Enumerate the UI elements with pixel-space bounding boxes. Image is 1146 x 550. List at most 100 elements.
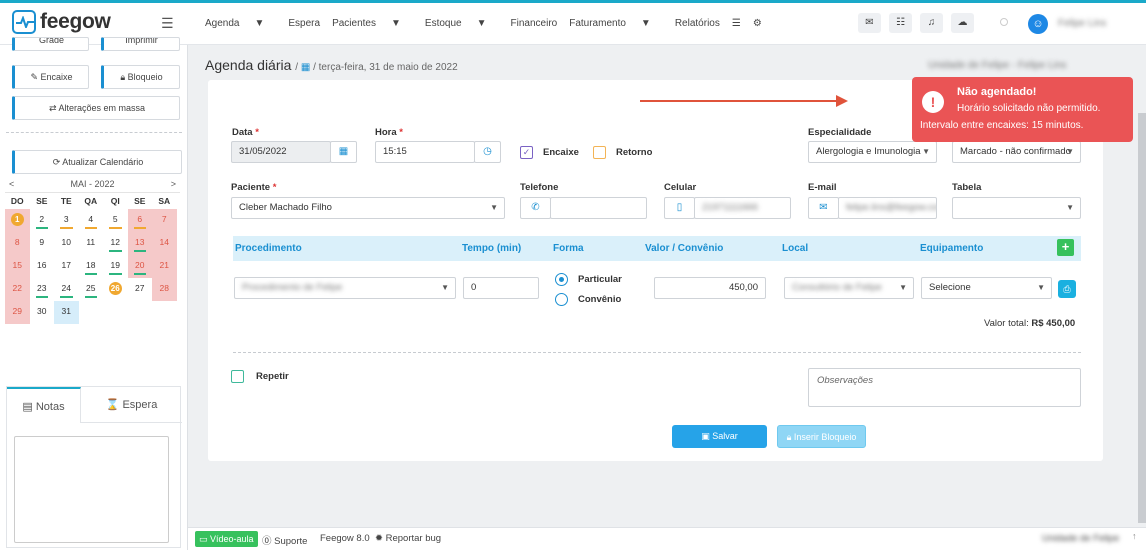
calendar-day-today[interactable]: 26 xyxy=(103,278,128,301)
add-procedure-button[interactable]: + xyxy=(1057,239,1074,256)
nav-faturamento[interactable]: Faturamento ▼ xyxy=(569,18,663,29)
patient-select[interactable]: Cleber Machado Filho ▼ xyxy=(231,197,505,219)
chevron-down-icon: ▼ xyxy=(441,283,449,292)
mobile-icon: ▯ xyxy=(664,197,695,219)
nav-espera[interactable]: Espera xyxy=(288,18,320,29)
checklist-icon[interactable]: ☷ xyxy=(889,13,912,33)
nav-pacientes[interactable]: Pacientes ▼ xyxy=(332,18,413,29)
nav-estoque[interactable]: Estoque ▼ xyxy=(425,18,499,29)
calendar-day[interactable]: 14 xyxy=(152,232,177,255)
retorno-checkbox[interactable] xyxy=(593,146,606,159)
annotation-arrow-head xyxy=(836,95,848,107)
calendar-day[interactable]: 20 xyxy=(127,255,152,278)
celular-input[interactable]: 21971111666 xyxy=(694,197,791,219)
insert-block-button[interactable]: 🔒︎ Inserir Bloqueio xyxy=(777,425,866,448)
calendar-day[interactable]: 2 xyxy=(30,209,55,232)
telefone-input[interactable] xyxy=(550,197,647,219)
calendar-picker-icon[interactable]: ▦ xyxy=(330,141,357,163)
procedure-select[interactable]: Procedimento de Felipe ▼ xyxy=(234,277,456,299)
calendar-day-selected[interactable]: 31 xyxy=(54,301,79,324)
video-lesson-button[interactable]: ▭ Vídeo-aula xyxy=(195,531,258,547)
celular-label: Celular xyxy=(664,182,697,193)
calendar-day[interactable]: 3 xyxy=(54,209,79,232)
refresh-calendar-button[interactable]: ⟳ Atualizar Calendário xyxy=(12,150,182,174)
footer: ▭ Vídeo-aula ⓪ Suporte Feegow 8.0 ✹ Repo… xyxy=(188,527,1146,550)
date-input[interactable]: 31/05/2022 xyxy=(231,141,331,163)
particular-radio[interactable] xyxy=(555,273,568,286)
avatar[interactable]: ☺ xyxy=(1028,14,1048,34)
observacoes-textarea[interactable]: Observações xyxy=(808,368,1081,407)
calendar-day[interactable]: 7 xyxy=(152,209,177,232)
grade-button[interactable]: Grade xyxy=(12,37,89,51)
encaixe-button[interactable]: ✎ Encaixe xyxy=(12,65,89,89)
calendar-day[interactable]: 21 xyxy=(152,255,177,278)
nav-relatorios[interactable]: Relatórios xyxy=(675,18,720,29)
inbox-icon[interactable]: ✉ xyxy=(858,13,881,33)
calendar-day[interactable]: 6 xyxy=(127,209,152,232)
error-toast[interactable]: ! Não agendado! Horário solicitado não p… xyxy=(912,77,1133,142)
chat-icon[interactable]: ☁ xyxy=(951,13,974,33)
encaixe-checkbox[interactable]: ✓ xyxy=(520,146,533,159)
calendar-day[interactable]: 28 xyxy=(152,278,177,301)
prev-month-icon[interactable]: < xyxy=(9,179,14,192)
gear-icon[interactable]: ⚙ xyxy=(753,18,762,29)
tab-espera[interactable]: ⌛ Espera xyxy=(81,387,182,423)
calendar-day[interactable]: 8 xyxy=(5,232,30,255)
equipamento-select[interactable]: Selecione ▼ xyxy=(921,277,1052,299)
local-select[interactable]: Consultório de Felipe ▼ xyxy=(784,277,914,299)
email-input[interactable]: felipe.lins@feegow.com xyxy=(838,197,937,219)
bell-icon[interactable]: ♫ xyxy=(920,13,943,33)
nav-agenda[interactable]: Agenda ▼ xyxy=(205,18,276,29)
calendar-day[interactable]: 12 xyxy=(103,232,128,255)
time-input[interactable]: 15:15 xyxy=(375,141,475,163)
calendar-day[interactable]: 17 xyxy=(54,255,79,278)
notes-textarea[interactable] xyxy=(14,436,169,543)
status-select[interactable]: Marcado - não confirmado ▼ xyxy=(952,141,1081,163)
calendar-day[interactable]: 13 xyxy=(127,232,152,255)
hora-label: Hora * xyxy=(375,127,403,138)
clock-icon[interactable]: ◷ xyxy=(474,141,501,163)
calendar-day[interactable]: 16 xyxy=(30,255,55,278)
calendar-day[interactable]: 9 xyxy=(30,232,55,255)
support-link[interactable]: ⓪ Suporte xyxy=(262,533,307,547)
print-button[interactable]: Imprimir xyxy=(101,37,180,51)
calendar-day[interactable]: 19 xyxy=(103,255,128,278)
toast-message: Intervalo entre encaixes: 15 minutos. xyxy=(920,120,1084,131)
tempo-input[interactable]: 0 xyxy=(463,277,539,299)
repetir-checkbox[interactable] xyxy=(231,370,244,383)
convenio-radio[interactable] xyxy=(555,293,568,306)
bug-icon: ✹ xyxy=(375,533,386,544)
scrollbar[interactable] xyxy=(1138,113,1146,523)
calendar-day[interactable]: 22 xyxy=(5,278,30,301)
scroll-top-icon[interactable]: ↑ xyxy=(1132,531,1137,541)
calendar-day[interactable]: 24 xyxy=(54,278,79,301)
valor-input[interactable]: 450,00 xyxy=(654,277,766,299)
mass-changes-button[interactable]: ⇄ Alterações em massa xyxy=(12,96,180,120)
especialidade-select[interactable]: Alergologia e Imunologia ▼ xyxy=(808,141,937,163)
calendar-day[interactable]: 1 xyxy=(5,209,30,232)
calendar-day[interactable]: 27 xyxy=(128,278,153,301)
calendar-day[interactable]: 11 xyxy=(79,232,104,255)
calendar-day[interactable]: 5 xyxy=(103,209,128,232)
save-button[interactable]: ▣ Salvar xyxy=(672,425,767,448)
print-icon[interactable]: ⎙ xyxy=(1058,280,1076,298)
bloqueio-button[interactable]: 🔒︎ Bloqueio xyxy=(101,65,180,89)
user-name[interactable]: Felipe Lins xyxy=(1058,18,1106,29)
hamburger-menu-icon[interactable]: ☰ xyxy=(161,15,174,32)
calendar-day[interactable]: 23 xyxy=(30,278,55,301)
calendar-day[interactable]: 10 xyxy=(54,232,79,255)
tabela-select[interactable]: ▼ xyxy=(952,197,1081,219)
logo[interactable]: feegow xyxy=(12,10,111,34)
calendar-day[interactable]: 15 xyxy=(5,255,30,278)
email-label: E-mail xyxy=(808,182,837,193)
calendar-day[interactable]: 29 xyxy=(5,301,30,324)
calendar-day[interactable]: 4 xyxy=(79,209,104,232)
nav-financeiro[interactable]: Financeiro xyxy=(511,18,558,29)
calendar-day[interactable]: 18 xyxy=(79,255,104,278)
tab-notas[interactable]: ▤ Notas xyxy=(7,387,81,423)
report-bug-link[interactable]: ✹ Reportar bug xyxy=(375,533,441,544)
database-icon[interactable]: ☰ xyxy=(732,18,741,29)
next-month-icon[interactable]: > xyxy=(171,179,176,192)
calendar-day[interactable]: 25 xyxy=(79,278,104,301)
calendar-day[interactable]: 30 xyxy=(30,301,55,324)
